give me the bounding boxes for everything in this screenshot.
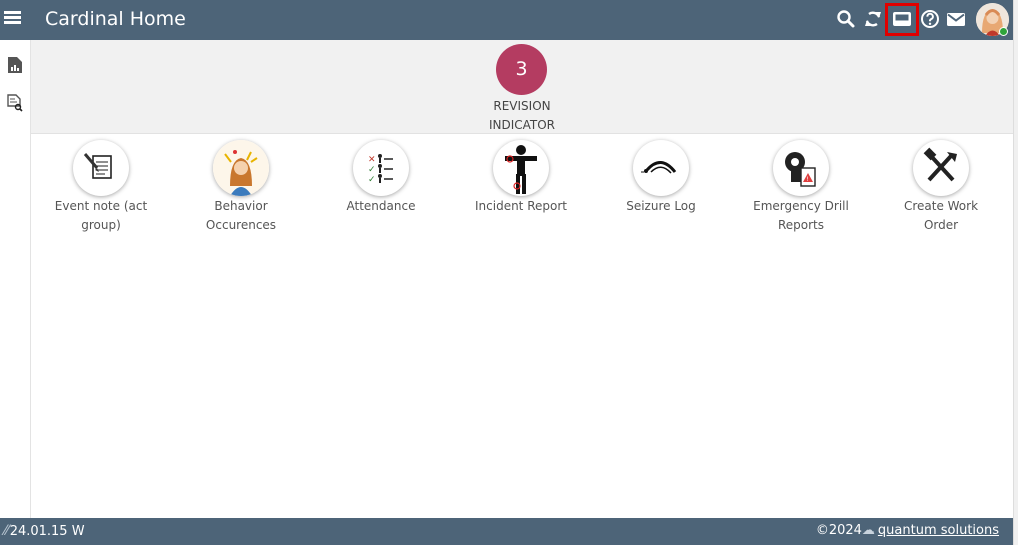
- svg-text:✓: ✓: [368, 175, 376, 185]
- tile-seizure-log[interactable]: Seizure Log: [591, 140, 731, 216]
- left-rail: [0, 40, 31, 518]
- mail-icon[interactable]: [945, 8, 967, 30]
- report-chart-icon[interactable]: [7, 56, 23, 74]
- tile-attendance[interactable]: ✕ ✓ ✓ Attendance: [311, 140, 451, 216]
- notepad-icon: [73, 140, 129, 196]
- seizure-icon: [633, 140, 689, 196]
- tile-create-work-order[interactable]: Create Work Order: [871, 140, 1011, 235]
- revision-label: REVISION INDICATOR: [451, 97, 593, 135]
- emergency-drill-icon: !: [773, 140, 829, 196]
- incident-icon: [493, 140, 549, 196]
- revision-count-badge[interactable]: 3: [496, 44, 547, 95]
- tile-label: Create Work Order: [903, 199, 979, 232]
- tile-label: Behavior Occurences: [205, 199, 277, 232]
- tile-label: Attendance: [346, 199, 416, 213]
- help-icon[interactable]: [919, 8, 941, 30]
- menu-icon[interactable]: [4, 10, 24, 28]
- app-title: Cardinal Home: [45, 8, 186, 30]
- tools-icon: [913, 140, 969, 196]
- scrollbar[interactable]: [1013, 0, 1018, 545]
- behavior-icon: [213, 140, 269, 196]
- footer: ⁄⁄24.01.15 W ©2024☁ quantum solutions: [0, 518, 1013, 545]
- document-search-icon[interactable]: [7, 94, 23, 112]
- tile-event-note[interactable]: Event note (act group): [31, 140, 171, 235]
- revision-panel: 3 REVISION INDICATOR: [31, 40, 1013, 134]
- version-info: ⁄⁄24.01.15 W: [4, 523, 85, 539]
- tile-label: Incident Report: [475, 199, 567, 213]
- company-link[interactable]: quantum solutions: [878, 523, 999, 538]
- tile-behavior-occurences[interactable]: Behavior Occurences: [171, 140, 311, 235]
- tile-emergency-drill[interactable]: ! Emergency Drill Reports: [731, 140, 871, 235]
- copyright-year: ©2024: [815, 523, 862, 538]
- tile-incident-report[interactable]: Incident Report: [451, 140, 591, 216]
- revision-label-line2: INDICATOR: [488, 118, 556, 132]
- cloud-icon: ☁: [861, 523, 875, 538]
- svg-text:✓: ✓: [368, 165, 376, 175]
- search-icon[interactable]: [835, 8, 857, 30]
- version-text: 24.01.15 W: [9, 524, 85, 539]
- highlight-box: [885, 3, 919, 36]
- version-stripes-icon: ⁄⁄: [4, 523, 9, 539]
- tile-label: Event note (act group): [54, 199, 148, 232]
- online-status-dot: [999, 27, 1008, 36]
- svg-text:✕: ✕: [368, 155, 376, 165]
- svg-text:!: !: [807, 176, 809, 183]
- copyright: ©2024☁ quantum solutions: [816, 523, 999, 538]
- tile-label: Seizure Log: [626, 199, 696, 213]
- tile-label: Emergency Drill Reports: [753, 199, 849, 232]
- revision-label-line1: REVISION: [493, 99, 551, 113]
- attendance-icon: ✕ ✓ ✓: [353, 140, 409, 196]
- sync-icon[interactable]: [862, 8, 884, 30]
